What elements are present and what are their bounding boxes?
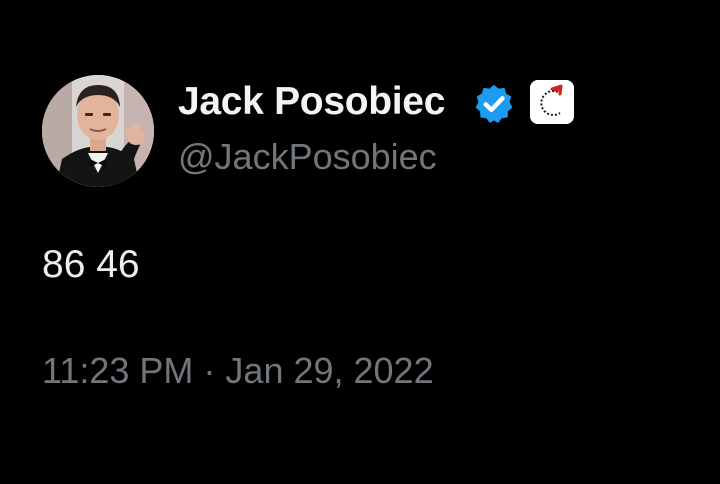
display-name[interactable]: Jack Posobiec <box>178 80 445 124</box>
verified-badge-icon[interactable] <box>472 82 516 126</box>
tweet-card: Jack Posobiec @JackPosobiec 86 46 11:23 … <box>0 0 720 484</box>
avatar-photo <box>42 75 154 187</box>
tweet-time: 11:23 PM <box>42 350 194 391</box>
avatar[interactable] <box>42 75 154 187</box>
tweet-timestamp[interactable]: 11:23 PM · Jan 29, 2022 <box>42 350 434 392</box>
tweet-date: Jan 29, 2022 <box>225 350 434 391</box>
affiliate-badge-icon[interactable] <box>530 80 574 124</box>
timestamp-separator: · <box>203 350 216 391</box>
affiliate-logo-icon <box>530 80 574 124</box>
user-handle[interactable]: @JackPosobiec <box>178 136 437 178</box>
tweet-text: 86 46 <box>42 243 140 286</box>
